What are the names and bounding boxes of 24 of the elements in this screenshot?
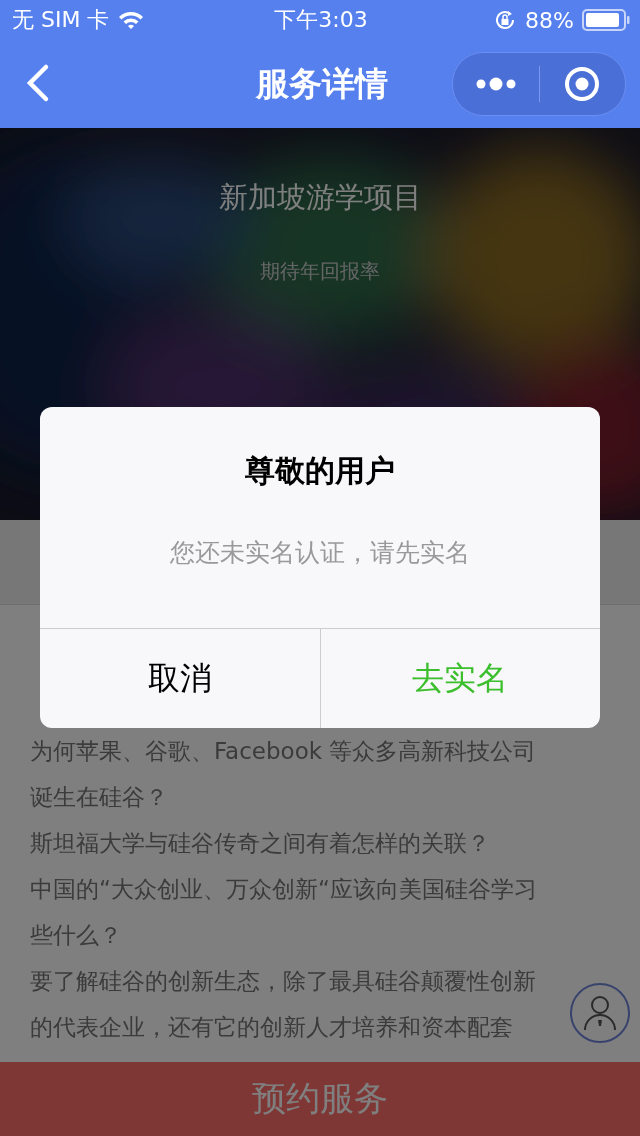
book-service-button[interactable]: 预约服务 <box>0 1062 640 1136</box>
article-line: 斯坦福大学与硅谷传奇之间有着怎样的关联？ <box>30 829 490 858</box>
article-line: 要了解硅谷的创新生态，除了最具硅谷颠覆性创新 <box>30 967 536 996</box>
dialog-title: 尊敬的用户 <box>244 452 396 490</box>
target-icon <box>564 66 601 102</box>
article-line: 中国的“大众创业、万众创新“应该向美国硅谷学习 <box>30 875 537 904</box>
battery-percent: 88% <box>525 7 574 33</box>
person-icon <box>582 993 618 1033</box>
article-line: 诞生在硅谷？ <box>30 783 168 812</box>
project-title: 新加坡游学项目 <box>218 179 422 216</box>
dialog-message: 您还未实名认证，请先实名 <box>169 537 471 569</box>
battery-icon <box>582 9 630 31</box>
wifi-icon <box>117 9 146 31</box>
cancel-button[interactable]: 取消 <box>40 629 320 728</box>
article-line: 的代表企业，还有它的创新人才培养和资本配套 <box>30 1013 513 1042</box>
more-icon <box>474 77 517 91</box>
page-title: 服务详情 <box>256 62 388 105</box>
verify-button[interactable]: 去实名 <box>319 629 600 728</box>
carrier-text: 无 SIM 卡 <box>12 6 110 34</box>
contact-button[interactable] <box>570 983 630 1043</box>
article-line: 为何苹果、谷歌、Facebook 等众多高新科技公司 <box>30 737 537 766</box>
project-subtitle: 期待年回报率 <box>260 258 380 285</box>
article-line: 些什么？ <box>30 921 122 950</box>
clock-text: 下午3:03 <box>274 6 368 34</box>
